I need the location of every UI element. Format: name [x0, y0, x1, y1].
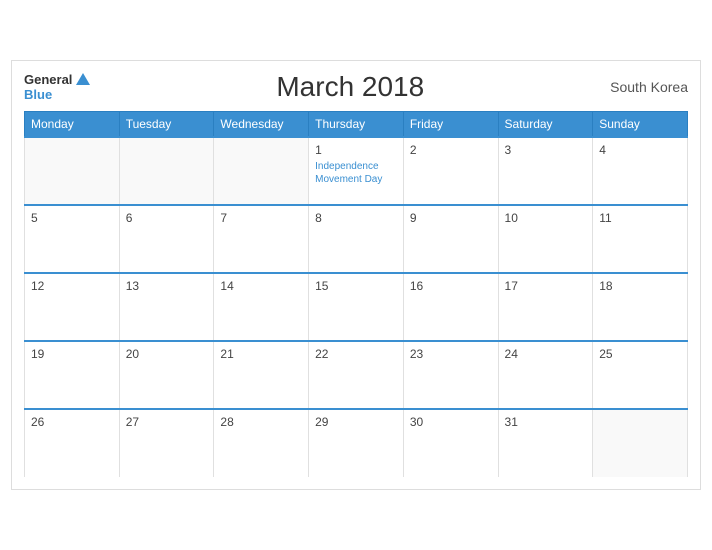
calendar-week-row: 19 20 21 22 23 24 25	[25, 341, 688, 409]
table-row: 15	[309, 273, 404, 341]
table-row: 27	[119, 409, 214, 477]
table-row: 7	[214, 205, 309, 273]
day-number: 12	[31, 279, 113, 293]
calendar-header-row: Monday Tuesday Wednesday Thursday Friday…	[25, 112, 688, 138]
table-row: 26	[25, 409, 120, 477]
day-number: 18	[599, 279, 681, 293]
table-row	[25, 137, 120, 205]
table-row: 9	[403, 205, 498, 273]
table-row: 2	[403, 137, 498, 205]
logo-general-text: General	[24, 72, 72, 87]
day-number: 17	[505, 279, 587, 293]
table-row: 8	[309, 205, 404, 273]
table-row: 23	[403, 341, 498, 409]
logo: General Blue	[24, 72, 90, 102]
calendar-week-row: 26 27 28 29 30 31	[25, 409, 688, 477]
logo-triangle-icon	[76, 73, 90, 85]
table-row: 5	[25, 205, 120, 273]
logo-blue-text: Blue	[24, 87, 52, 102]
calendar-week-row: 56789 10 11	[25, 205, 688, 273]
table-row: 28	[214, 409, 309, 477]
calendar-week-row: 12 13 14 15 16 17 18	[25, 273, 688, 341]
day-number: 22	[315, 347, 397, 361]
day-number: 10	[505, 211, 587, 225]
col-wednesday: Wednesday	[214, 112, 309, 138]
table-row: 20	[119, 341, 214, 409]
table-row: 1 Independence Movement Day	[309, 137, 404, 205]
day-number: 4	[599, 143, 681, 157]
holiday-label: Independence Movement Day	[315, 160, 397, 186]
table-row	[119, 137, 214, 205]
table-row: 6	[119, 205, 214, 273]
day-number: 1	[315, 143, 397, 157]
col-monday: Monday	[25, 112, 120, 138]
table-row: 11	[593, 205, 688, 273]
table-row: 13	[119, 273, 214, 341]
day-number: 27	[126, 415, 208, 429]
table-row	[214, 137, 309, 205]
day-number: 25	[599, 347, 681, 361]
month-title: March 2018	[276, 71, 424, 103]
table-row: 12	[25, 273, 120, 341]
table-row: 29	[309, 409, 404, 477]
day-number: 2	[410, 143, 492, 157]
col-friday: Friday	[403, 112, 498, 138]
table-row: 16	[403, 273, 498, 341]
day-number: 11	[599, 211, 681, 225]
table-row: 21	[214, 341, 309, 409]
col-saturday: Saturday	[498, 112, 593, 138]
day-number: 14	[220, 279, 302, 293]
table-row: 17	[498, 273, 593, 341]
table-row: 22	[309, 341, 404, 409]
calendar-container: General Blue March 2018 South Korea Mond…	[11, 60, 701, 490]
table-row: 3	[498, 137, 593, 205]
table-row: 14	[214, 273, 309, 341]
table-row: 31	[498, 409, 593, 477]
day-number: 7	[220, 211, 302, 225]
day-number: 16	[410, 279, 492, 293]
day-number: 8	[315, 211, 397, 225]
day-number: 5	[31, 211, 113, 225]
day-number: 26	[31, 415, 113, 429]
day-number: 3	[505, 143, 587, 157]
day-number: 15	[315, 279, 397, 293]
day-number: 9	[410, 211, 492, 225]
calendar-week-row: 1 Independence Movement Day 234	[25, 137, 688, 205]
day-number: 23	[410, 347, 492, 361]
day-number: 30	[410, 415, 492, 429]
day-number: 13	[126, 279, 208, 293]
table-row	[593, 409, 688, 477]
table-row: 19	[25, 341, 120, 409]
table-row: 30	[403, 409, 498, 477]
day-number: 24	[505, 347, 587, 361]
country-label: South Korea	[610, 79, 688, 95]
table-row: 24	[498, 341, 593, 409]
day-number: 20	[126, 347, 208, 361]
table-row: 10	[498, 205, 593, 273]
table-row: 25	[593, 341, 688, 409]
table-row: 4	[593, 137, 688, 205]
calendar-table: Monday Tuesday Wednesday Thursday Friday…	[24, 111, 688, 477]
col-sunday: Sunday	[593, 112, 688, 138]
day-number: 28	[220, 415, 302, 429]
calendar-header: General Blue March 2018 South Korea	[24, 71, 688, 103]
day-number: 21	[220, 347, 302, 361]
day-number: 31	[505, 415, 587, 429]
col-thursday: Thursday	[309, 112, 404, 138]
day-number: 29	[315, 415, 397, 429]
col-tuesday: Tuesday	[119, 112, 214, 138]
day-number: 6	[126, 211, 208, 225]
table-row: 18	[593, 273, 688, 341]
day-number: 19	[31, 347, 113, 361]
